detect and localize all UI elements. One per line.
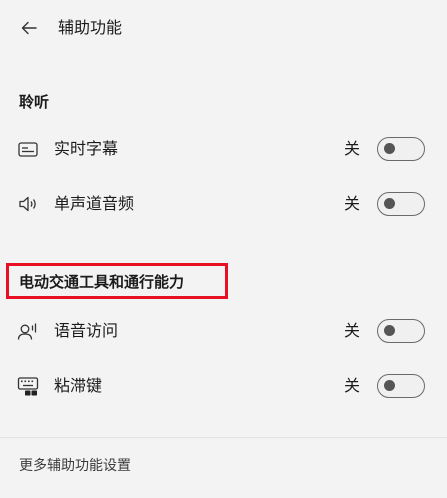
speaker-icon xyxy=(19,196,36,212)
mono-audio-state: 关 xyxy=(344,194,361,213)
live-captions-toggle[interactable] xyxy=(377,137,425,161)
sticky-keys-toggle[interactable] xyxy=(377,374,425,398)
keyboard-icon xyxy=(17,377,39,396)
toggle-knob xyxy=(384,143,395,154)
sticky-keys-label: 粘滞键 xyxy=(54,376,103,395)
toggle-knob xyxy=(384,198,395,209)
voice-access-toggle[interactable] xyxy=(377,319,425,343)
toggle-knob xyxy=(384,325,395,336)
sticky-keys-row[interactable]: 粘滞键 关 xyxy=(0,364,447,408)
mono-audio-toggle[interactable] xyxy=(377,192,425,216)
voice-access-state: 关 xyxy=(344,321,361,340)
section-title-hearing: 聆听 xyxy=(19,93,50,111)
captions-icon xyxy=(18,142,38,157)
live-captions-row[interactable]: 实时字幕 关 xyxy=(0,127,447,171)
header: 辅助功能 xyxy=(0,0,447,56)
section-title-mobility: 电动交通工具和通行能力 xyxy=(19,273,185,291)
live-captions-label: 实时字幕 xyxy=(54,139,119,158)
mono-audio-label: 单声道音频 xyxy=(54,194,135,213)
back-arrow-icon xyxy=(21,21,37,35)
voice-access-label: 语音访问 xyxy=(54,321,119,340)
mono-audio-row[interactable]: 单声道音频 关 xyxy=(0,182,447,226)
divider xyxy=(0,437,447,438)
more-accessibility-settings-link[interactable]: 更多辅助功能设置 xyxy=(19,456,131,476)
live-captions-state: 关 xyxy=(344,139,361,158)
sticky-keys-state: 关 xyxy=(344,376,361,395)
voice-access-row[interactable]: 语音访问 关 xyxy=(0,309,447,353)
accessibility-panel: 辅助功能 聆听 实时字幕 关 单声道音频 关 电动交通工具和通行能力 语音访问 xyxy=(0,0,447,498)
back-button[interactable] xyxy=(12,12,46,44)
voice-access-icon xyxy=(17,323,37,340)
page-title: 辅助功能 xyxy=(58,18,123,37)
toggle-knob xyxy=(384,380,395,391)
